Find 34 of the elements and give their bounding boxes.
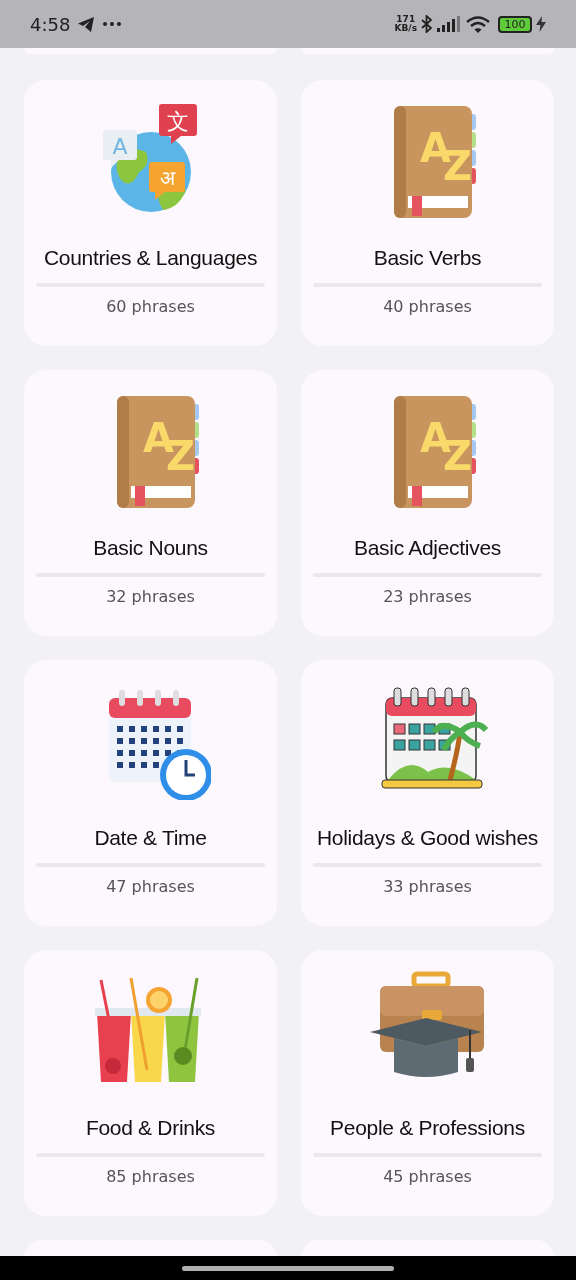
topic-title: Holidays & Good wishes bbox=[317, 825, 538, 851]
network-speed: 171 bbox=[395, 15, 417, 24]
topic-title: Basic Nouns bbox=[93, 535, 208, 561]
phrase-count: 47 phrases bbox=[106, 875, 195, 898]
topic-card[interactable]: AZ Basic Adjectives 23 phrases bbox=[301, 370, 554, 636]
topic-card[interactable]: AZ Basic Nouns 32 phrases bbox=[24, 370, 277, 636]
topic-card[interactable]: Food & Drinks 85 phrases bbox=[24, 950, 277, 1216]
phrase-count: 40 phrases bbox=[383, 295, 472, 318]
wifi-icon bbox=[466, 15, 490, 33]
phrase-count: 60 phrases bbox=[106, 295, 195, 318]
topic-card[interactable]: AZ Basic Verbs 40 phrases bbox=[301, 80, 554, 346]
topic-title: Basic Adjectives bbox=[354, 535, 501, 561]
phrase-count: 45 phrases bbox=[383, 1165, 472, 1188]
more-icon bbox=[103, 22, 122, 26]
topic-card[interactable]: Holidays & Good wishes 33 phrases bbox=[301, 660, 554, 926]
phrase-count: 23 phrases bbox=[383, 585, 472, 608]
phrase-count: 33 phrases bbox=[383, 875, 472, 898]
battery-indicator: 100 bbox=[498, 15, 532, 33]
topic-card[interactable]: People & Professions 45 phrases bbox=[301, 950, 554, 1216]
topic-title: Basic Verbs bbox=[373, 245, 482, 271]
topic-title: Food & Drinks bbox=[85, 1115, 216, 1141]
bluetooth-icon bbox=[421, 15, 433, 33]
topic-card[interactable]: Date & Time 47 phrases bbox=[24, 660, 277, 926]
topic-title: Countries & Languages bbox=[43, 245, 258, 271]
topic-card[interactable]: A 文 अ Countries & Languages 60 phrases bbox=[24, 80, 277, 346]
paper-plane-icon bbox=[78, 16, 96, 32]
topic-title: Date & Time bbox=[94, 825, 207, 851]
home-indicator[interactable] bbox=[182, 1265, 394, 1271]
phrase-count: 85 phrases bbox=[106, 1165, 195, 1188]
speed-unit: KB/s bbox=[394, 24, 417, 33]
signal-icon bbox=[437, 16, 462, 32]
topic-title: People & Professions bbox=[330, 1115, 525, 1141]
clock-time: 4:58 bbox=[30, 12, 71, 37]
phrase-count: 32 phrases bbox=[106, 585, 195, 608]
